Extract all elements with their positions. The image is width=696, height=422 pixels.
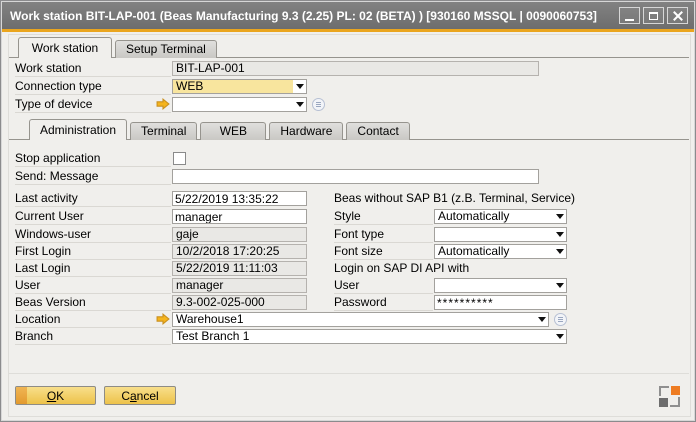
maximize-button[interactable] [643,7,664,24]
value-list-icon[interactable] [312,98,325,111]
last-login-label: Last Login [15,261,171,277]
password-input[interactable] [434,295,567,310]
connection-type-label: Connection type [15,79,171,95]
cancel-button[interactable]: Cancel [104,386,176,405]
dropdown-arrow-icon[interactable] [293,98,306,111]
last-login-field: 5/22/2019 11:11:03 [172,261,307,276]
send-message-input[interactable] [172,169,539,184]
connection-type-combo[interactable]: WEB [172,79,307,94]
current-user-input[interactable] [172,209,307,224]
value-list-icon[interactable] [554,313,567,326]
cancel-button-label: Cancel [121,389,158,403]
beas-without-sap-header: Beas without SAP B1 (z.B. Terminal, Serv… [334,191,566,207]
first-login-field: 10/2/2018 17:20:25 [172,244,307,259]
user-label: User [15,278,171,294]
main-tabs: Work station Setup Terminal [18,37,220,58]
send-message-label: Send: Message [15,169,171,185]
location-label: Location [15,312,171,328]
type-of-device-combo[interactable] [172,97,307,112]
sub-tabs: Administration Terminal WEB Hardware Con… [29,119,413,140]
font-size-combo[interactable]: Automatically [434,244,567,259]
resize-corner-tl [659,386,669,396]
di-user-combo[interactable] [434,278,567,293]
minimize-icon [625,19,634,21]
beas-version-field: 9.3-002-025-000 [172,295,307,310]
tab-hardware[interactable]: Hardware [269,122,343,140]
first-login-label: First Login [15,244,171,260]
font-type-combo[interactable] [434,227,567,242]
tab-web[interactable]: WEB [200,122,266,140]
branch-value: Test Branch 1 [173,330,553,343]
default-button-accent [16,387,27,404]
minimize-button[interactable] [619,7,640,24]
font-type-label: Font type [334,227,433,243]
dropdown-arrow-icon[interactable] [553,210,566,223]
maximize-icon [649,12,658,20]
close-icon [673,11,683,21]
tab-work-station[interactable]: Work station [18,37,112,58]
dropdown-arrow-icon[interactable] [553,228,566,241]
login-di-api-header: Login on SAP DI API with [334,261,566,277]
location-combo[interactable]: Warehouse1 [172,312,549,327]
branch-label: Branch [15,329,171,345]
tab-setup-terminal[interactable]: Setup Terminal [115,40,217,58]
tab-administration[interactable]: Administration [29,119,127,140]
window-controls [619,7,688,24]
workstation-dialog: Work station BIT-LAP-001 (Beas Manufactu… [0,0,696,422]
di-user-value [435,279,553,292]
tab-terminal[interactable]: Terminal [130,122,197,140]
title-bar[interactable]: Work station BIT-LAP-001 (Beas Manufactu… [2,2,694,29]
font-size-label: Font size [334,244,433,260]
dropdown-arrow-icon[interactable] [553,245,566,258]
dropdown-arrow-icon[interactable] [553,330,566,343]
resize-corner-br [670,397,680,407]
link-arrow-icon[interactable] [156,313,170,325]
password-label: Password [334,295,433,311]
link-arrow-icon[interactable] [156,98,170,110]
type-of-device-label: Type of device [15,97,171,113]
current-user-label: Current User [15,209,171,225]
style-combo[interactable]: Automatically [434,209,567,224]
branch-combo[interactable]: Test Branch 1 [172,329,567,344]
workstation-value-field: BIT-LAP-001 [172,61,539,76]
resize-corner-bl [659,398,668,407]
content-footer-divider [8,373,689,374]
location-value: Warehouse1 [173,313,535,326]
stop-application-checkbox[interactable] [173,152,186,165]
beas-version-label: Beas Version [15,295,171,311]
dropdown-arrow-icon[interactable] [293,80,306,93]
dropdown-arrow-icon[interactable] [535,313,548,326]
resize-corner-tr [671,386,680,395]
connection-type-value: WEB [173,80,293,93]
last-activity-label: Last activity [15,191,171,207]
type-of-device-value [173,98,293,111]
dropdown-arrow-icon[interactable] [553,279,566,292]
window-title: Work station BIT-LAP-001 (Beas Manufactu… [2,9,597,23]
active-window-accent-bar [2,29,694,32]
style-label: Style [334,209,433,225]
windows-user-label: Windows-user [15,227,171,243]
style-value: Automatically [435,210,553,223]
ok-button-label: OK [47,389,64,403]
ok-button[interactable]: OK [15,386,96,405]
font-size-value: Automatically [435,245,553,258]
stop-application-label: Stop application [15,151,171,167]
font-type-value [435,228,553,241]
close-button[interactable] [667,7,688,24]
tab-contact[interactable]: Contact [346,122,409,140]
di-user-label: User [334,278,433,294]
resize-corner-icon[interactable] [659,386,680,407]
last-activity-input[interactable] [172,191,307,206]
workstation-label: Work station [15,61,171,77]
user-field: manager [172,278,307,293]
windows-user-field: gaje [172,227,307,242]
